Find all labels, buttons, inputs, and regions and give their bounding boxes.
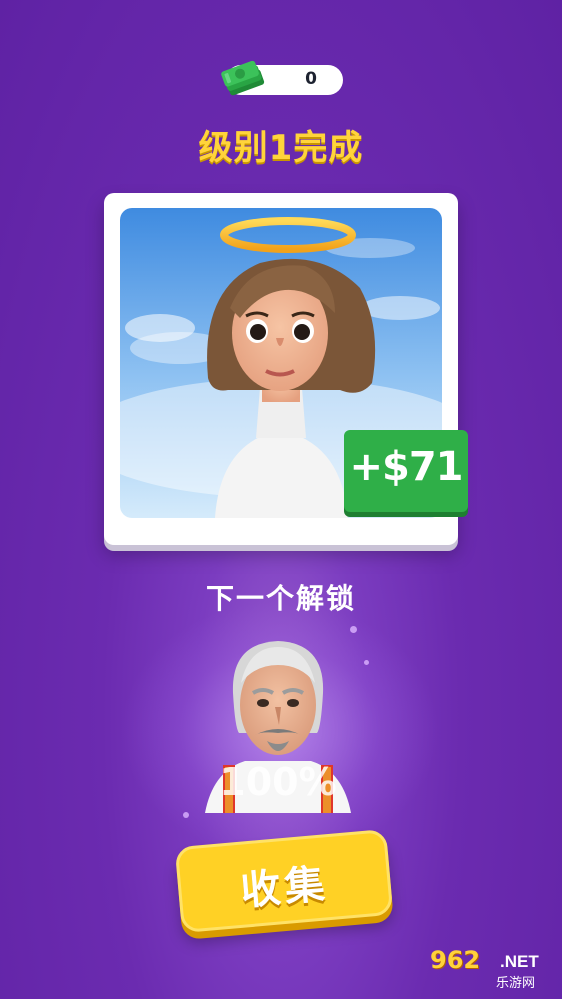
reward-badge: +$71 xyxy=(344,430,468,512)
currency-counter: 0 xyxy=(221,60,343,96)
watermark-suffix: .NET xyxy=(500,952,539,971)
watermark-sub: 乐游网 xyxy=(496,976,536,991)
watermark-logo: 962 .NET 乐游网 xyxy=(422,944,558,994)
level-complete-title: 级别1完成 xyxy=(198,128,364,168)
unlock-progress-text: 100% xyxy=(219,760,337,804)
sparkle xyxy=(350,626,357,633)
reward-amount: +$71 xyxy=(349,444,463,490)
watermark-main: 962 xyxy=(430,946,481,974)
cash-stack-icon xyxy=(221,60,265,96)
next-unlock-label: 下一个解锁 xyxy=(205,582,356,615)
currency-amount: 0 xyxy=(305,69,317,89)
collect-button[interactable]: 收集 xyxy=(174,828,394,934)
sparkle xyxy=(364,660,369,665)
sparkle xyxy=(183,812,189,818)
collect-button-label: 收集 xyxy=(238,861,331,915)
